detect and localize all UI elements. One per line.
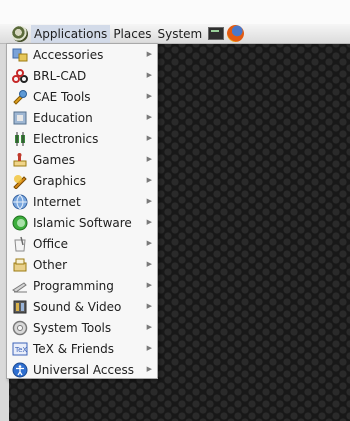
menu-item-brl-cad[interactable]: BRL-CAD ▶	[7, 65, 157, 86]
places-menu[interactable]: Places	[110, 25, 154, 43]
menu-item-cae-tools[interactable]: CAE Tools ▶	[7, 86, 157, 107]
graphics-icon	[12, 173, 28, 189]
firefox-icon[interactable]	[227, 25, 245, 42]
tex-friends-icon: TeX	[12, 341, 28, 357]
submenu-arrow-icon: ▶	[146, 239, 152, 247]
svg-text:TeX: TeX	[14, 346, 27, 354]
submenu-arrow-icon: ▶	[146, 218, 152, 226]
submenu-arrow-icon: ▶	[146, 197, 152, 205]
menu-item-office[interactable]: Office ▶	[7, 233, 157, 254]
office-icon	[12, 236, 28, 252]
brl-cad-icon	[12, 68, 28, 84]
submenu-arrow-icon: ▶	[146, 50, 152, 58]
menu-item-other[interactable]: Other ▶	[7, 254, 157, 275]
menu-item-system-tools[interactable]: System Tools ▶	[7, 317, 157, 338]
menu-item-education[interactable]: Education ▶	[7, 107, 157, 128]
menu-item-games[interactable]: Games ▶	[7, 149, 157, 170]
electronics-icon	[12, 131, 28, 147]
other-icon	[12, 257, 28, 273]
internet-icon	[12, 194, 28, 210]
submenu-arrow-icon: ▶	[146, 344, 152, 352]
menu-item-sound-video[interactable]: Sound & Video ▶	[7, 296, 157, 317]
system-tools-icon	[12, 320, 28, 336]
submenu-arrow-icon: ▶	[146, 260, 152, 268]
submenu-arrow-icon: ▶	[146, 176, 152, 184]
system-menu[interactable]: System	[154, 25, 205, 43]
submenu-arrow-icon: ▶	[146, 71, 152, 79]
top-strip	[0, 0, 350, 24]
distro-logo-icon[interactable]	[12, 25, 28, 42]
universal-access-icon	[12, 362, 28, 378]
top-panel: Applications Places System	[0, 24, 350, 44]
menu-item-accessories[interactable]: Accessories ▶	[7, 44, 157, 65]
accessories-icon	[12, 47, 28, 63]
education-icon	[12, 110, 28, 126]
applications-menu[interactable]: Applications	[31, 24, 111, 43]
submenu-arrow-icon: ▶	[146, 155, 152, 163]
submenu-arrow-icon: ▶	[146, 365, 152, 373]
menu-item-programming[interactable]: Programming ▶	[7, 275, 157, 296]
games-icon	[12, 152, 28, 168]
terminal-icon[interactable]	[208, 27, 225, 40]
submenu-arrow-icon: ▶	[146, 134, 152, 142]
cae-tools-icon	[12, 89, 28, 105]
menu-item-internet[interactable]: Internet ▶	[7, 191, 157, 212]
submenu-arrow-icon: ▶	[146, 302, 152, 310]
menu-item-universal-access[interactable]: Universal Access ▶	[7, 359, 157, 380]
sound-video-icon	[12, 299, 28, 315]
submenu-arrow-icon: ▶	[146, 323, 152, 331]
menu-item-islamic-software[interactable]: Islamic Software ▶	[7, 212, 157, 233]
islamic-software-icon	[12, 215, 28, 231]
programming-icon	[12, 278, 28, 294]
submenu-arrow-icon: ▶	[146, 92, 152, 100]
applications-dropdown: Accessories ▶ BRL-CAD ▶ CAE Tools ▶ Educ…	[6, 43, 158, 379]
submenu-arrow-icon: ▶	[146, 113, 152, 121]
menu-item-tex-friends[interactable]: TeX TeX & Friends ▶	[7, 338, 157, 359]
menu-item-graphics[interactable]: Graphics ▶	[7, 170, 157, 191]
menu-item-electronics[interactable]: Electronics ▶	[7, 128, 157, 149]
submenu-arrow-icon: ▶	[146, 281, 152, 289]
